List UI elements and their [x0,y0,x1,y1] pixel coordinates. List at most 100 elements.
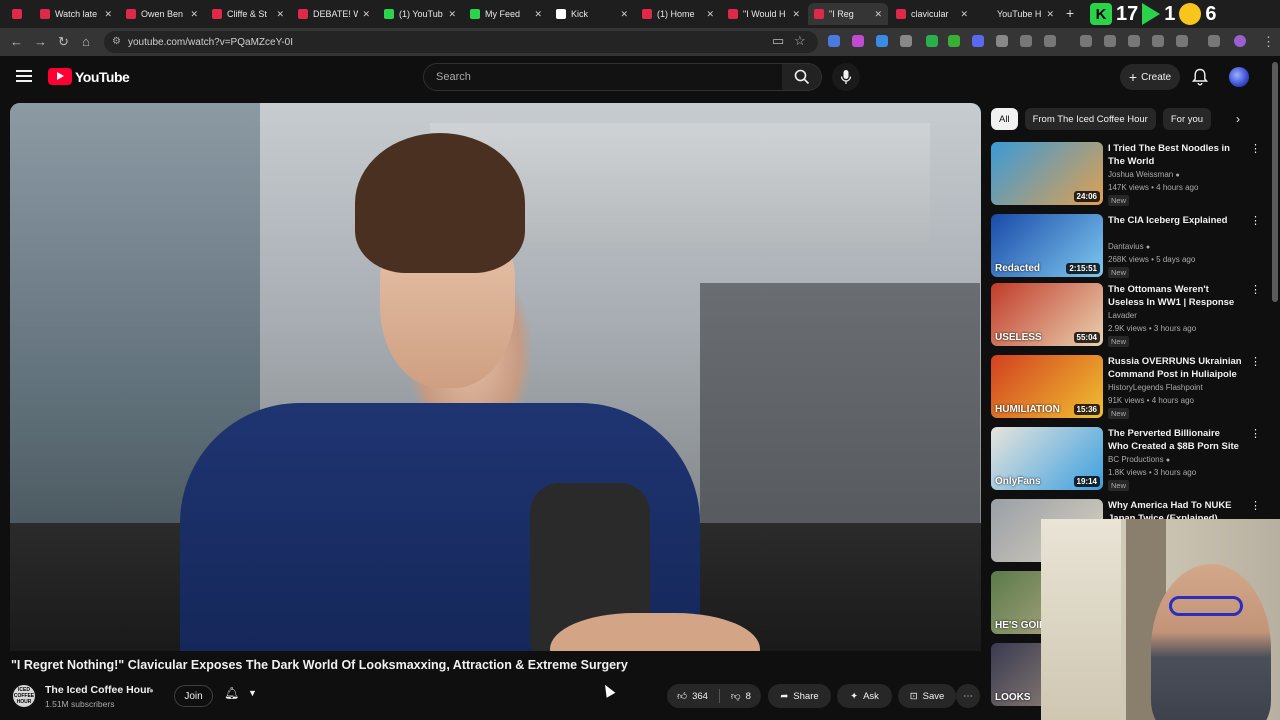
recommendation-item[interactable]: HUMILIATION 15:36 Russia OVERRUNS Ukrainia… [991,355,1261,421]
more-vertical-icon[interactable]: ⋮ [1250,142,1261,155]
extension-icon[interactable] [972,35,984,47]
extension-icon[interactable] [926,35,938,47]
extension-icon[interactable] [828,35,840,47]
browser-menu-icon[interactable]: ⋮ [1262,34,1275,50]
close-icon[interactable]: ✕ [448,9,456,20]
voice-search-button[interactable] [832,63,860,91]
tab-0[interactable]: Watch late ✕ [34,3,118,25]
extension-icon[interactable] [948,35,960,47]
tab-2[interactable]: Cliffe & St ✕ [206,3,290,25]
create-button[interactable]: + Create [1120,64,1180,90]
tab-5[interactable]: My Feed ✕ [464,3,548,25]
reading-list-icon[interactable] [1152,35,1164,47]
tab-8[interactable]: "I Would H ✕ [722,3,806,25]
thumbs-up-icon[interactable]: 👍︎ [677,690,687,702]
extension-icon[interactable] [852,35,864,47]
channel-name[interactable]: The Iced Coffee Hour [45,684,151,696]
chip-for-you[interactable]: For you [1162,108,1212,130]
recommendation-item[interactable]: Redacted 2:15:51 The CIA Iceberg Explained… [991,214,1261,280]
profile-avatar-icon[interactable] [1234,35,1246,47]
video-player[interactable] [10,103,981,651]
code-icon[interactable] [1128,35,1140,47]
youtube-logo[interactable]: YouTube [48,68,130,85]
video-thumbnail[interactable]: OnlyFans 19:14 [991,427,1103,490]
close-icon[interactable]: ✕ [620,9,628,20]
channel-avatar[interactable]: ICED COFFEE HOUR [11,683,37,709]
chip-all[interactable]: All [991,108,1018,130]
recommendation-channel[interactable]: HistoryLegends Flashpoint [1108,383,1203,392]
close-icon[interactable]: ✕ [104,9,112,20]
search-input[interactable]: Search [423,63,783,91]
search-button[interactable] [782,63,822,91]
page-scrollbar[interactable] [1272,62,1278,302]
recommendation-channel[interactable]: Dantavius ● [1108,242,1150,251]
recommendation-title[interactable]: Russia OVERRUNS Ukrainian Command Post i… [1108,355,1243,381]
tab-6[interactable]: Kick ✕ [550,3,634,25]
chevron-down-icon[interactable]: ▼ [248,688,257,698]
video-thumbnail[interactable]: 24:06 [991,142,1103,205]
recommendation-channel[interactable]: Lavader [1108,311,1137,320]
close-icon[interactable]: ✕ [1046,9,1054,20]
more-vertical-icon[interactable]: ⋮ [1250,427,1261,440]
address-bar[interactable]: ⚙ youtube.com/watch?v=PQaMZceY-0I [104,31,818,53]
subscribed-bell-icon[interactable]: 🔔︎ [224,686,239,700]
video-thumbnail[interactable]: HUMILIATION 15:36 [991,355,1103,418]
downloads-icon[interactable] [1208,35,1220,47]
extension-icon[interactable] [900,35,912,47]
recommendation-title[interactable]: The Ottomans Weren't Useless In WW1 | Re… [1108,283,1243,309]
recommendation-channel[interactable]: BC Productions ● [1108,455,1170,464]
site-info-icon[interactable]: ⚙ [112,36,121,47]
reload-icon[interactable]: ↻ [58,34,69,50]
new-tab-button[interactable]: + [1066,5,1074,21]
close-icon[interactable]: ✕ [534,9,542,20]
tab-1[interactable]: Owen Ben ✕ [120,3,204,25]
chevron-right-icon[interactable]: › [1236,112,1240,126]
ask-button[interactable]: ✦ Ask [837,684,892,708]
recommendation-title[interactable]: The Perverted Billionaire Who Created a … [1108,427,1243,453]
back-arrow-icon[interactable]: ← [10,34,23,49]
recommendation-channel[interactable]: Joshua Weissman ● [1108,170,1180,179]
thumbs-down-icon[interactable]: 👎︎ [731,690,741,702]
home-icon[interactable]: ⌂ [82,34,90,49]
more-actions-button[interactable]: ⋯ [956,684,980,708]
hamburger-menu-icon[interactable] [16,70,32,82]
more-vertical-icon[interactable]: ⋮ [1250,283,1261,296]
tab-9-active[interactable]: "I Reg ✕ [808,3,888,25]
video-thumbnail[interactable]: USELESS 55:04 [991,283,1103,346]
puzzle-icon[interactable] [1044,35,1056,47]
share-button[interactable]: ➦ Share [768,684,831,708]
video-thumbnail[interactable]: Redacted 2:15:51 [991,214,1103,277]
settings-icon[interactable] [1104,35,1116,47]
recommendation-item[interactable]: 24:06 I Tried The Best Noodles in The Wor… [991,142,1261,208]
close-icon[interactable]: ✕ [792,9,800,20]
close-icon[interactable]: ✕ [706,9,714,20]
tab-3[interactable]: DEBATE! W ✕ [292,3,376,25]
recommendation-item[interactable]: USELESS 55:04 The Ottomans Weren't Useless… [991,283,1261,349]
dislike-count[interactable]: 8 [746,691,751,702]
close-icon[interactable]: ✕ [960,9,968,20]
more-vertical-icon[interactable]: ⋮ [1250,214,1261,227]
tab-11[interactable]: YouTube H ✕ [976,3,1060,25]
more-vertical-icon[interactable]: ⋮ [1250,355,1261,368]
history-icon[interactable] [1080,35,1092,47]
extension-icon[interactable] [876,35,888,47]
join-button[interactable]: Join [174,685,213,707]
recommendation-item[interactable]: OnlyFans 19:14 The Perverted Billionaire W… [991,427,1261,493]
recommendation-title[interactable]: I Tried The Best Noodles in The World [1108,142,1243,168]
forward-arrow-icon[interactable]: → [34,34,47,49]
sidebar-icon[interactable] [1176,35,1188,47]
more-vertical-icon[interactable]: ⋮ [1250,499,1261,512]
tab-10[interactable]: clavicular ✕ [890,3,974,25]
save-button[interactable]: ⊡ Save [898,684,956,708]
close-icon[interactable]: ✕ [276,9,284,20]
account-avatar[interactable] [1229,67,1249,87]
cast-icon[interactable]: ▭ [772,33,784,49]
bookmark-star-icon[interactable]: ☆ [794,33,806,49]
tab-pinned[interactable] [6,3,30,25]
recommendation-title[interactable]: The CIA Iceberg Explained [1108,214,1243,227]
close-icon[interactable]: ✕ [362,9,370,20]
like-count[interactable]: 364 [692,691,708,702]
tab-7[interactable]: (1) Home ✕ [636,3,720,25]
close-icon[interactable]: ✕ [874,9,882,20]
chip-from-channel[interactable]: From The Iced Coffee Hour [1024,108,1156,130]
